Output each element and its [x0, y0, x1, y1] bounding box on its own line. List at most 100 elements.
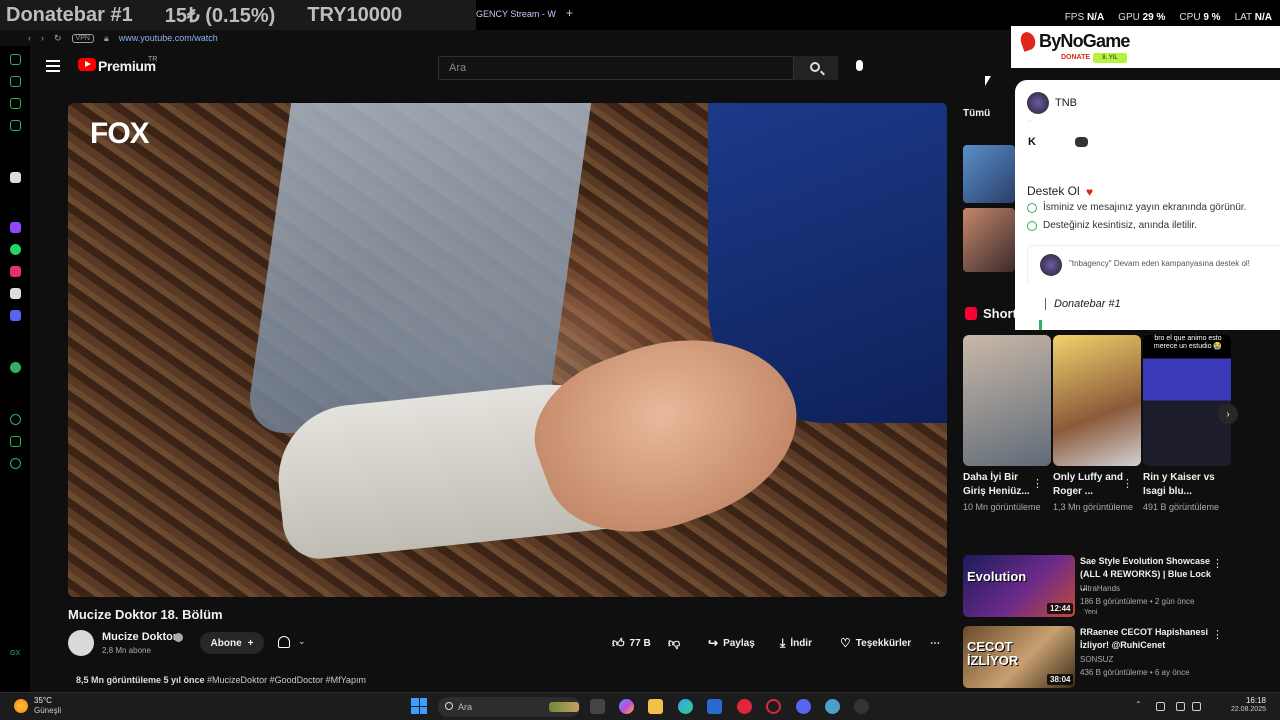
windows-start-icon[interactable]: [411, 698, 427, 714]
filter-chip-all[interactable]: Tümü: [963, 108, 990, 119]
video-description-summary[interactable]: 8,5 Mn görüntüleme 5 yıl önce #MucizeDok…: [76, 675, 366, 685]
whatsapp-icon[interactable]: [10, 244, 21, 255]
support-panel: Destek Ol ♥ İsminiz ve mesajınız yayın e…: [1015, 172, 1280, 330]
sidebar-app-icon[interactable]: [10, 98, 21, 109]
copilot-icon[interactable]: [619, 699, 634, 714]
share-icon: ↪: [708, 636, 719, 650]
opera-gx-icon[interactable]: [766, 699, 781, 714]
sidebar-app-icon[interactable]: [10, 362, 21, 373]
thanks-button[interactable]: ♡ Teşekkürler: [840, 632, 911, 654]
url-text[interactable]: www.youtube.com/watch: [119, 33, 218, 43]
short-thumbnail[interactable]: [963, 335, 1051, 466]
video-title: Mucize Doktor 18. Bölüm: [68, 607, 223, 622]
share-label: Paylaş: [723, 637, 755, 649]
campaign-message: "tnbagency" Devam eden kampanyasına dest…: [1027, 245, 1280, 285]
app-icon[interactable]: [825, 699, 840, 714]
vpn-badge[interactable]: VPN: [71, 33, 94, 43]
chevron-right-icon[interactable]: ›: [1218, 404, 1238, 424]
recommended-video[interactable]: CECOT İZLİYOR 38:04 RRaenee CECOT Hapish…: [963, 626, 1233, 688]
more-vert-icon[interactable]: ⋮: [1212, 557, 1223, 570]
download-button[interactable]: ⤓ İndir: [780, 632, 812, 654]
gx-icon[interactable]: GX: [10, 650, 21, 661]
more-vert-icon[interactable]: ⋮: [1212, 628, 1223, 641]
chevron-up-icon[interactable]: ⌃: [1135, 700, 1144, 709]
chevron-down-icon[interactable]: ⌄: [298, 636, 306, 647]
sidebar-app-icon[interactable]: [10, 76, 21, 87]
discord-icon[interactable]: [1075, 137, 1088, 147]
app-icon[interactable]: [737, 699, 752, 714]
more-actions-button[interactable]: ⋯: [930, 632, 940, 654]
weather-condition[interactable]: Güneşli: [34, 706, 61, 715]
short-item[interactable]: Daha İyi Bir Giriş Heniüz... 10 Mn görün…: [963, 335, 1051, 514]
like-button[interactable]: 👍︎ 77 B: [612, 632, 651, 654]
short-views: 1,3 Mn görüntüleme: [1053, 502, 1134, 512]
reload-icon[interactable]: ↻: [54, 33, 62, 44]
search-highlight-icon: [549, 702, 579, 712]
video-title[interactable]: RRaenee CECOT Hapishanesi İzliyor! @Ruhi…: [1080, 626, 1218, 652]
store-icon[interactable]: [707, 699, 722, 714]
clock-date[interactable]: 22.08.2025: [1231, 706, 1266, 713]
microphone-icon[interactable]: [856, 60, 863, 71]
recommended-thumbnail[interactable]: [963, 145, 1015, 203]
subscribe-button[interactable]: Abone +: [200, 632, 264, 654]
task-view-icon[interactable]: [590, 699, 605, 714]
twitch-icon[interactable]: [10, 222, 21, 233]
weather-sun-icon[interactable]: [14, 699, 28, 713]
kick-icon[interactable]: K: [1028, 136, 1039, 148]
clock-time[interactable]: 16:18: [1246, 696, 1266, 705]
short-title[interactable]: Only Luffy and Roger ...: [1053, 471, 1127, 499]
x-icon[interactable]: [10, 288, 21, 299]
hashtags[interactable]: #MucizeDoktor #GoodDoctor #MfYapım: [207, 675, 366, 685]
video-player[interactable]: FOX: [68, 103, 947, 597]
check-circle-icon: [1027, 220, 1037, 231]
browser-tab[interactable]: GENCY Stream - W: [476, 9, 556, 19]
youtube-logo-icon[interactable]: [78, 58, 96, 71]
volume-icon[interactable]: [1192, 702, 1201, 711]
donatebar-name: Donatebar #1: [6, 3, 133, 26]
short-title[interactable]: Rin y Kaiser vs Isagi blu...: [1143, 471, 1217, 499]
instagram-icon[interactable]: [10, 266, 21, 277]
like-count: 77 B: [629, 637, 651, 649]
discord-icon[interactable]: [10, 310, 21, 321]
short-thumbnail[interactable]: [1053, 335, 1141, 466]
channel-avatar[interactable]: [68, 630, 94, 656]
recommended-video[interactable]: Evolution 12:44 Sae Style Evolution Show…: [963, 555, 1233, 617]
recommended-thumbnail[interactable]: [963, 208, 1015, 272]
short-item[interactable]: Only Luffy and Roger ... 1,3 Mn görüntül…: [1053, 335, 1141, 514]
obs-icon[interactable]: [854, 699, 869, 714]
tray-icon[interactable]: [1156, 702, 1165, 711]
search-input[interactable]: Ara: [438, 56, 794, 80]
channel-name[interactable]: UltraHands: [1080, 584, 1120, 593]
short-thumbnail[interactable]: [1143, 335, 1231, 466]
more-icon: ⋯: [930, 637, 940, 649]
short-title[interactable]: Daha İyi Bir Giriş Heniüz...: [963, 471, 1037, 499]
back-icon[interactable]: ‹: [28, 33, 31, 43]
file-explorer-icon[interactable]: [648, 699, 663, 714]
channel-name[interactable]: SONSUZ: [1080, 655, 1113, 664]
channel-name[interactable]: Mucize Doktor: [102, 631, 177, 643]
history-icon[interactable]: [10, 414, 21, 425]
sidebar-app-icon[interactable]: [10, 54, 21, 65]
forward-icon[interactable]: ›: [41, 33, 44, 43]
short-item[interactable]: Rin y Kaiser vs Isagi blu... 491 B görün…: [1143, 335, 1231, 514]
weather-temperature[interactable]: 35°C: [34, 696, 52, 705]
more-vert-icon[interactable]: ⋮: [1122, 477, 1133, 490]
settings-icon[interactable]: [10, 458, 21, 469]
bell-icon[interactable]: [278, 636, 290, 648]
aria-icon[interactable]: [10, 172, 21, 183]
search-button[interactable]: [794, 56, 838, 80]
menu-icon[interactable]: [46, 60, 60, 72]
sidebar-app-icon[interactable]: [10, 120, 21, 131]
discord-icon[interactable]: [796, 699, 811, 714]
check-circle-icon: [1027, 202, 1037, 213]
network-icon[interactable]: [1176, 702, 1185, 711]
edge-icon[interactable]: [678, 699, 693, 714]
address-bar[interactable]: ‹ › ↻ VPN 🔒︎ www.youtube.com/watch: [28, 30, 476, 46]
bynogame-anniversary-badge: 8. YIL: [1093, 53, 1127, 63]
share-button[interactable]: ↪ Paylaş: [708, 632, 755, 654]
new-tab-icon[interactable]: +: [566, 6, 573, 20]
more-vert-icon[interactable]: ⋮: [1032, 477, 1043, 490]
streamer-avatar: [1027, 92, 1049, 114]
extensions-icon[interactable]: [10, 436, 21, 447]
dislike-button[interactable]: 👎︎: [668, 632, 680, 654]
